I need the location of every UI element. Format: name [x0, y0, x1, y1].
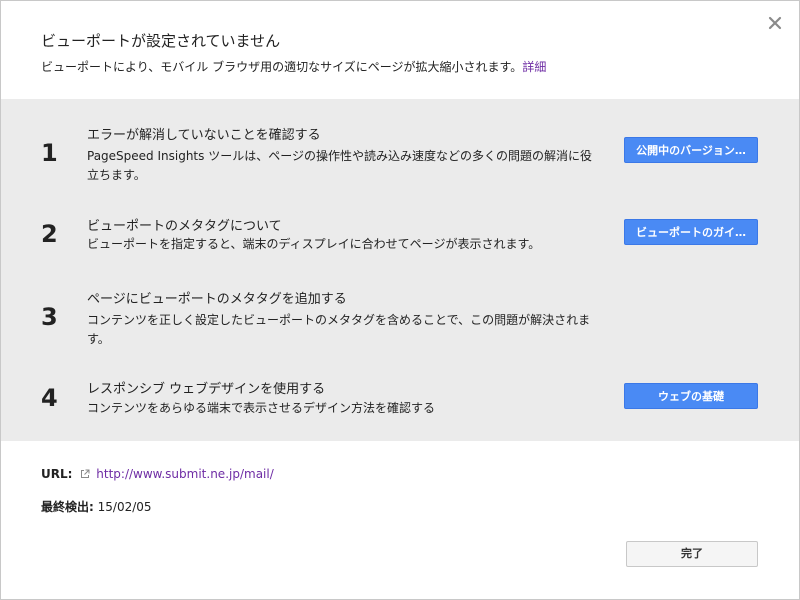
close-icon[interactable] — [763, 11, 787, 35]
step-title: レスポンシブ ウェブデザインを使用する — [87, 382, 326, 397]
last-detected-label: 最終検出: — [41, 500, 94, 514]
step-number: 4 — [41, 384, 58, 412]
page-url-link[interactable]: http://www.submit.ne.jp/mail/ — [96, 467, 274, 481]
step-title: ビューポートのメタタグについて — [87, 219, 282, 234]
viewport-guide-button[interactable]: ビューポートのガイ… — [624, 219, 758, 245]
step-description: PageSpeed Insights ツールは、ページの操作性や読み込み速度など… — [87, 149, 592, 182]
live-version-button[interactable]: 公開中のバージョン… — [624, 137, 758, 163]
step-number: 2 — [41, 220, 58, 248]
step-number: 3 — [41, 303, 58, 331]
web-fundamentals-button[interactable]: ウェブの基礎 — [624, 383, 758, 409]
step-description: コンテンツを正しく設定したビューポートのメタタグを含めることで、この問題が解決さ… — [87, 313, 591, 346]
step-description: ビューポートを指定すると、端末のディスプレイに合わせてページが表示されます。 — [87, 237, 541, 251]
done-button[interactable]: 完了 — [626, 541, 758, 567]
url-label: URL: — [41, 467, 73, 481]
step-title: ページにビューポートのメタタグを追加する — [87, 292, 347, 307]
external-link-icon — [80, 468, 90, 478]
dialog-description: ビューポートにより、モバイル ブラウザ用の適切なサイズにページが拡大縮小されます… — [41, 58, 546, 75]
dialog: ビューポートが設定されていません ビューポートにより、モバイル ブラウザ用の適切… — [0, 0, 800, 600]
dialog-title: ビューポートが設定されていません — [41, 32, 281, 50]
step-number: 1 — [41, 139, 58, 167]
details-link[interactable]: 詳細 — [522, 60, 546, 74]
last-detected-date: 15/02/05 — [97, 500, 152, 514]
dialog-description-text: ビューポートにより、モバイル ブラウザ用の適切なサイズにページが拡大縮小されます… — [41, 60, 523, 74]
url-row: URL: http://www.submit.ne.jp/mail/ — [41, 467, 274, 481]
step-title: エラーが解消していないことを確認する — [87, 128, 321, 143]
step-description: コンテンツをあらゆる端末で表示させるデザイン方法を確認する — [87, 401, 436, 415]
last-detected-row: 最終検出: 15/02/05 — [41, 498, 152, 515]
